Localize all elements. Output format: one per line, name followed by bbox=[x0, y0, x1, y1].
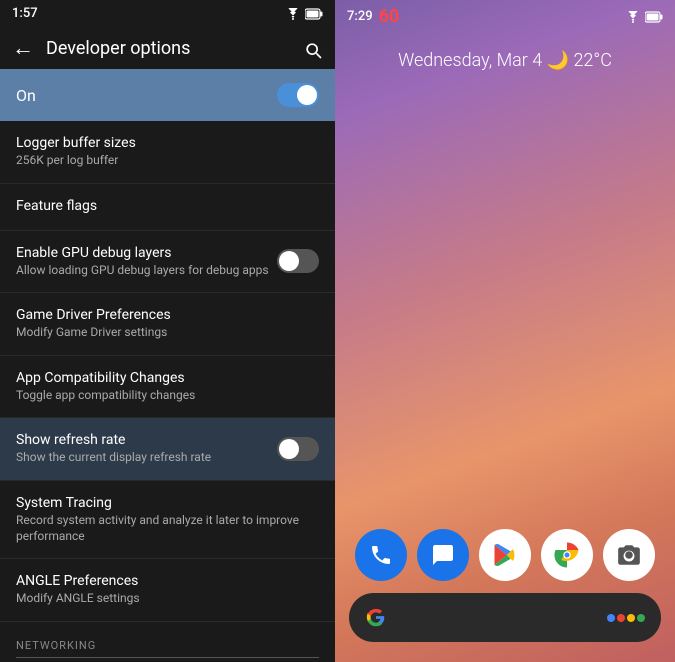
networking-label: NETWORKING bbox=[16, 639, 96, 652]
chrome-app-icon[interactable] bbox=[541, 529, 593, 581]
phone-icon bbox=[369, 543, 393, 567]
networking-section-header: NETWORKING bbox=[0, 622, 335, 662]
camera-icon bbox=[616, 542, 642, 568]
google-g-icon bbox=[365, 605, 387, 630]
wifi-icon-right bbox=[625, 11, 641, 23]
setting-text-feature-flags: Feature flags bbox=[16, 198, 319, 216]
developer-options-on-row[interactable]: On bbox=[0, 69, 335, 121]
messages-app-icon[interactable] bbox=[417, 529, 469, 581]
back-button[interactable]: ← bbox=[12, 35, 34, 61]
battery-icon-right bbox=[645, 11, 663, 23]
gpu-debug-toggle[interactable] bbox=[277, 249, 319, 273]
dock-area bbox=[335, 529, 675, 642]
status-bar-right: 7:29 60 bbox=[335, 0, 675, 33]
dot-yellow bbox=[627, 614, 635, 622]
setting-title-refresh-rate: Show refresh rate bbox=[16, 432, 277, 448]
refresh-rate-display: 60 bbox=[379, 6, 400, 27]
app-icons-row bbox=[345, 529, 665, 581]
status-time-right: 7:29 bbox=[347, 9, 373, 24]
developer-options-panel: 1:57 ← Developer options bbox=[0, 0, 335, 662]
setting-item-game-driver[interactable]: Game Driver Preferences Modify Game Driv… bbox=[0, 293, 335, 356]
setting-item-app-compat[interactable]: App Compatibility Changes Toggle app com… bbox=[0, 356, 335, 419]
setting-subtitle-logger: 256K per log buffer bbox=[16, 153, 319, 169]
moon-icon: 🌙 bbox=[547, 50, 574, 71]
setting-title-feature-flags: Feature flags bbox=[16, 198, 319, 214]
google-search-bar[interactable] bbox=[349, 593, 661, 642]
setting-subtitle-gpu-debug: Allow loading GPU debug layers for debug… bbox=[16, 263, 277, 279]
home-screen-panel: 7:29 60 Wednesday, Mar 4 🌙 22°C bbox=[335, 0, 675, 662]
page-header: ← Developer options bbox=[0, 27, 335, 69]
dot-blue bbox=[607, 614, 615, 622]
chrome-icon bbox=[552, 540, 582, 570]
google-logo bbox=[365, 607, 387, 629]
setting-text-gpu-debug: Enable GPU debug layers Allow loading GP… bbox=[16, 245, 277, 279]
camera-app-icon[interactable] bbox=[603, 529, 655, 581]
on-label: On bbox=[16, 86, 36, 105]
page-title: Developer options bbox=[46, 38, 291, 59]
toggle-thumb bbox=[297, 85, 317, 105]
google-assistant-dots bbox=[607, 614, 645, 622]
search-button[interactable] bbox=[303, 36, 323, 60]
setting-item-angle[interactable]: ANGLE Preferences Modify ANGLE settings bbox=[0, 559, 335, 622]
setting-text-game-driver: Game Driver Preferences Modify Game Driv… bbox=[16, 307, 319, 341]
setting-item-feature-flags[interactable]: Feature flags bbox=[0, 184, 335, 231]
date-text: Wednesday, Mar 4 bbox=[398, 50, 542, 71]
setting-subtitle-angle: Modify ANGLE settings bbox=[16, 591, 319, 607]
setting-subtitle-game-driver: Modify Game Driver settings bbox=[16, 325, 319, 341]
setting-subtitle-app-compat: Toggle app compatibility changes bbox=[16, 388, 319, 404]
clock-date: Wednesday, Mar 4 🌙 22°C bbox=[335, 50, 675, 71]
toggle-thumb-gpu bbox=[279, 251, 299, 271]
setting-text-refresh-rate: Show refresh rate Show the current displ… bbox=[16, 432, 277, 466]
setting-item-refresh-rate[interactable]: Show refresh rate Show the current displ… bbox=[0, 418, 335, 481]
status-time-left: 1:57 bbox=[12, 6, 38, 21]
dot-green bbox=[637, 614, 645, 622]
setting-text-system-tracing: System Tracing Record system activity an… bbox=[16, 495, 319, 544]
setting-title-angle: ANGLE Preferences bbox=[16, 573, 319, 589]
clock-widget: Wednesday, Mar 4 🌙 22°C bbox=[335, 50, 675, 71]
battery-icon bbox=[305, 8, 323, 20]
setting-text-app-compat: App Compatibility Changes Toggle app com… bbox=[16, 370, 319, 404]
play-store-app-icon[interactable] bbox=[479, 529, 531, 581]
messages-icon bbox=[431, 543, 455, 567]
setting-item-logger[interactable]: Logger buffer sizes 256K per log buffer bbox=[0, 121, 335, 184]
setting-item-gpu-debug[interactable]: Enable GPU debug layers Allow loading GP… bbox=[0, 231, 335, 294]
settings-list: Logger buffer sizes 256K per log buffer … bbox=[0, 121, 335, 662]
temperature: 22°C bbox=[573, 50, 611, 71]
setting-title-system-tracing: System Tracing bbox=[16, 495, 319, 511]
phone-app-icon[interactable] bbox=[355, 529, 407, 581]
status-icons-left bbox=[285, 8, 323, 20]
wifi-icon bbox=[285, 8, 301, 20]
setting-item-system-tracing[interactable]: System Tracing Record system activity an… bbox=[0, 481, 335, 559]
setting-title-game-driver: Game Driver Preferences bbox=[16, 307, 319, 323]
setting-title-logger: Logger buffer sizes bbox=[16, 135, 319, 151]
status-icons-right bbox=[625, 11, 663, 23]
setting-text-angle: ANGLE Preferences Modify ANGLE settings bbox=[16, 573, 319, 607]
setting-subtitle-system-tracing: Record system activity and analyze it la… bbox=[16, 513, 319, 544]
setting-subtitle-refresh-rate: Show the current display refresh rate bbox=[16, 450, 277, 466]
developer-options-toggle[interactable] bbox=[277, 83, 319, 107]
setting-title-gpu-debug: Enable GPU debug layers bbox=[16, 245, 277, 261]
setting-text-logger: Logger buffer sizes 256K per log buffer bbox=[16, 135, 319, 169]
play-store-icon bbox=[491, 541, 519, 569]
refresh-rate-toggle[interactable] bbox=[277, 437, 319, 461]
dot-red bbox=[617, 614, 625, 622]
setting-title-app-compat: App Compatibility Changes bbox=[16, 370, 319, 386]
status-bar-left: 1:57 bbox=[0, 0, 335, 27]
toggle-thumb-refresh bbox=[279, 439, 299, 459]
